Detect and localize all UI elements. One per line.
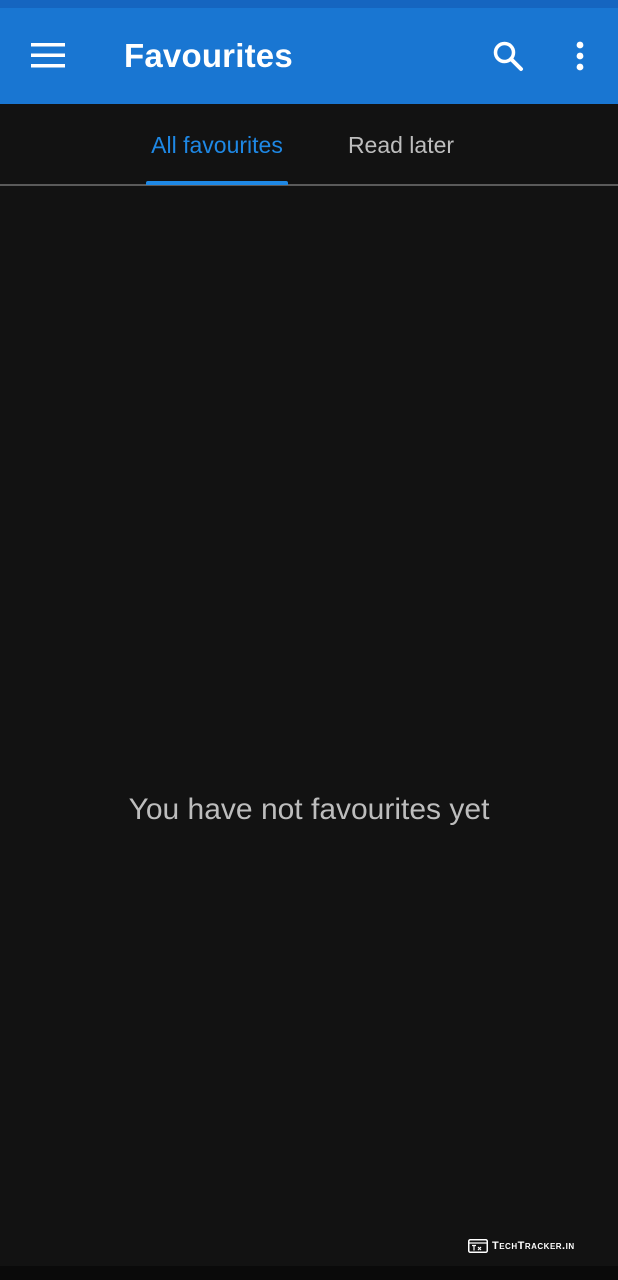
tab-bar: All favourites Read later — [0, 104, 618, 186]
empty-state-message: You have not favourites yet — [128, 793, 490, 826]
tab-read-later[interactable]: Read later — [346, 104, 456, 186]
selected-tab-indicator — [146, 181, 288, 185]
watermark: TechTracker.in — [468, 1237, 575, 1255]
search-button[interactable] — [484, 32, 532, 80]
browser-logo-icon — [468, 1239, 488, 1253]
app-bar: Favourites — [0, 8, 618, 104]
hamburger-menu-icon — [31, 43, 65, 68]
more-vert-icon — [576, 41, 584, 71]
menu-button[interactable] — [24, 32, 72, 80]
status-bar — [0, 0, 618, 8]
navigation-bar — [0, 1266, 618, 1280]
tab-all-favourites-label: All favourites — [151, 132, 283, 158]
tab-read-later-label: Read later — [347, 132, 455, 158]
watermark-text: TechTracker.in — [492, 1240, 575, 1252]
search-icon — [493, 41, 523, 71]
page-title: Favourites — [124, 37, 293, 74]
tab-all-favourites[interactable]: All favourites — [146, 104, 288, 186]
more-options-button[interactable] — [556, 32, 604, 80]
